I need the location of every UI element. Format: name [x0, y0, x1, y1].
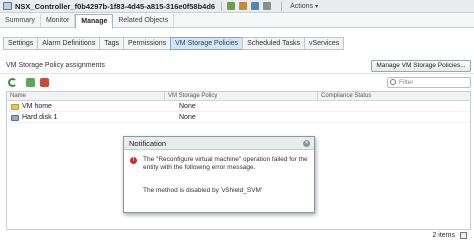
- actions-menu[interactable]: Actions ▾: [290, 3, 318, 10]
- manage-storage-policies-button[interactable]: Manage VM Storage Policies...: [371, 60, 471, 72]
- row-name: VM home: [22, 103, 52, 110]
- tab-summary[interactable]: Summary: [0, 14, 41, 27]
- grid-footer: 2 items: [6, 229, 471, 241]
- error-icon: !: [130, 157, 137, 164]
- column-header-policy[interactable]: VM Storage Policy: [165, 92, 318, 101]
- migrate-icon[interactable]: [263, 2, 272, 10]
- dialog-title: Notification: [129, 139, 167, 148]
- power-on-icon[interactable]: [227, 2, 236, 10]
- filter-placeholder: Filter: [399, 79, 414, 86]
- notification-dialog: Notification ✕ ! The "Reconfigure virtua…: [123, 136, 315, 213]
- row-policy: None: [179, 103, 196, 110]
- subtab-vm-storage-policies[interactable]: VM Storage Policies: [170, 37, 243, 50]
- remove-icon[interactable]: [40, 78, 49, 87]
- suspend-icon[interactable]: [239, 2, 248, 10]
- table-row[interactable]: Hard disk 1 None: [7, 113, 470, 123]
- close-icon[interactable]: ✕: [303, 140, 310, 147]
- tab-manage[interactable]: Manage: [75, 14, 114, 29]
- item-count: 2 items: [432, 232, 455, 239]
- column-header-name[interactable]: Name: [7, 92, 165, 101]
- folder-icon: [11, 104, 19, 110]
- console-icon[interactable]: [251, 2, 260, 10]
- filter-input[interactable]: Filter: [387, 77, 471, 88]
- column-header-compliance[interactable]: Compliance Status: [318, 92, 470, 101]
- search-icon: [390, 79, 396, 85]
- object-title: NSX_Controller_f0b4297b-1f83-4d45-a815-3…: [15, 1, 216, 11]
- vm-icon: [3, 2, 12, 10]
- dialog-title-bar: Notification ✕: [124, 137, 314, 150]
- grid-toolbar: Filter: [0, 73, 474, 90]
- refresh-icon[interactable]: [8, 78, 17, 87]
- disk-icon: [11, 115, 19, 121]
- toolbar-separator: [221, 1, 223, 11]
- title-bar: NSX_Controller_f0b4297b-1f83-4d45-a815-3…: [0, 0, 474, 13]
- toolbar-separator: [281, 1, 283, 11]
- add-icon[interactable]: [26, 78, 35, 87]
- grid-header: Name VM Storage Policy Compliance Status: [7, 92, 470, 101]
- section-title: VM Storage Policy assignments: [6, 62, 105, 69]
- dialog-message: The "Reconfigure virtual machine" operat…: [143, 156, 308, 171]
- table-row[interactable]: VM home None: [7, 102, 470, 112]
- tab-related-objects[interactable]: Related Objects: [113, 14, 175, 27]
- subtab-tags[interactable]: Tags: [99, 37, 124, 50]
- row-name: Hard disk 1: [22, 114, 58, 121]
- subtab-scheduled-tasks[interactable]: Scheduled Tasks: [242, 37, 304, 50]
- dialog-detail: The method is disabled by 'vShield_SVM': [143, 187, 263, 194]
- export-icon[interactable]: [460, 232, 467, 239]
- subtab-alarm-definitions[interactable]: Alarm Definitions: [37, 37, 100, 50]
- actions-label: Actions: [290, 2, 314, 10]
- subtab-settings[interactable]: Settings: [3, 37, 38, 50]
- main-tabs: Summary Monitor Manage Related Objects: [0, 14, 474, 29]
- subtab-vservices[interactable]: vServices: [303, 37, 345, 50]
- tab-monitor[interactable]: Monitor: [41, 14, 76, 27]
- chevron-down-icon: ▾: [315, 3, 319, 10]
- sub-tabs: Settings Alarm Definitions Tags Permissi…: [3, 37, 345, 51]
- subtab-permissions[interactable]: Permissions: [123, 37, 171, 50]
- row-policy: None: [179, 114, 196, 121]
